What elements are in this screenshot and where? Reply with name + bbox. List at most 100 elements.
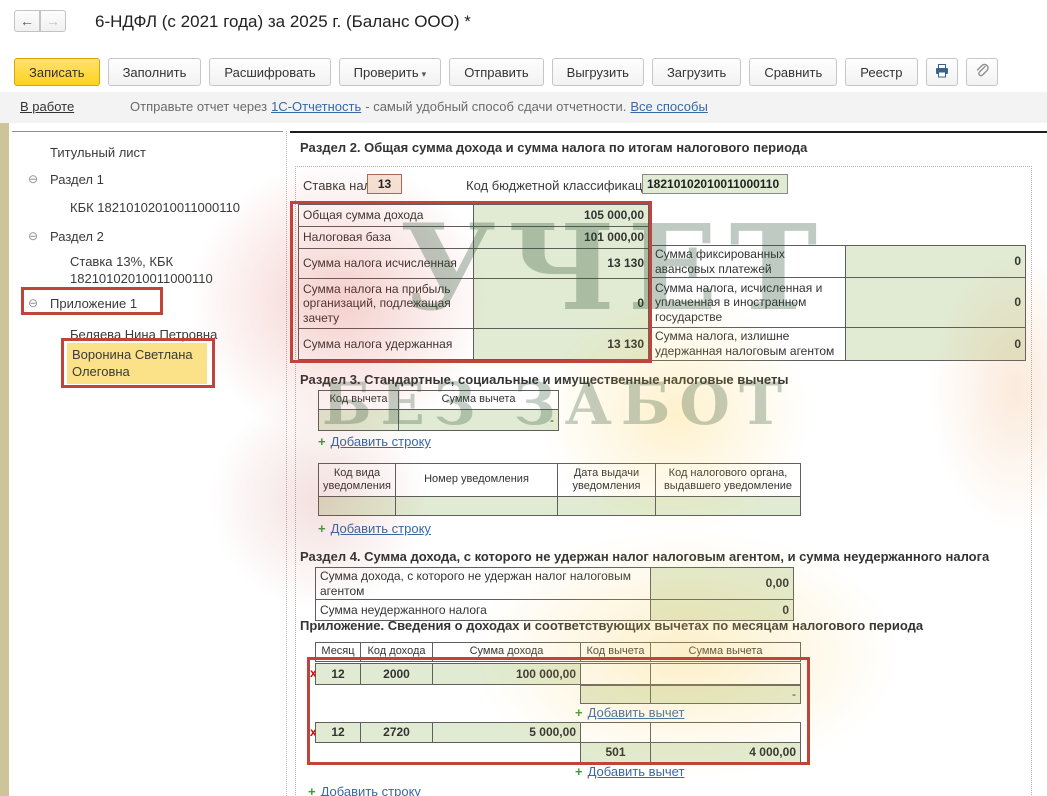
- notifications-table: Код вида уведомления Номер уведомления Д…: [318, 463, 801, 516]
- fixed-advance-value[interactable]: 0: [846, 246, 1026, 278]
- plus-icon: +: [318, 521, 326, 536]
- notice-authority-cell[interactable]: [656, 497, 801, 516]
- sidebar-item-section1[interactable]: Раздел 1: [50, 172, 104, 187]
- save-button[interactable]: Записать: [14, 58, 100, 86]
- add-deduction-2[interactable]: +Добавить вычет: [575, 764, 684, 779]
- section3-title: Раздел 3. Стандартные, социальные и имущ…: [300, 372, 788, 387]
- deduction-sum-empty: [651, 723, 801, 743]
- kbk-field[interactable]: 18210102010011000110: [642, 174, 788, 194]
- banner-message: Отправьте отчет через 1С-Отчетность - самы…: [130, 99, 712, 114]
- send-button[interactable]: Отправить: [449, 58, 543, 86]
- deduction-sum-cell[interactable]: -: [651, 686, 801, 704]
- compare-button[interactable]: Сравнить: [749, 58, 837, 86]
- unwithheld-income-value[interactable]: 0,00: [651, 568, 794, 600]
- sidebar-item-employee-belyaeva[interactable]: Беляева Нина Петровна: [70, 327, 217, 342]
- add-row-link[interactable]: Добавить строку: [331, 521, 431, 536]
- add-deduction-link[interactable]: Добавить вычет: [588, 705, 685, 720]
- month-header: Месяц: [316, 643, 361, 662]
- collapse-icon[interactable]: ⊖: [28, 229, 38, 243]
- sidebar-item-title-page[interactable]: Титульный лист: [50, 145, 146, 160]
- unwithheld-income-label: Сумма дохода, с которого не удержан нало…: [316, 568, 651, 600]
- print-button[interactable]: [926, 58, 958, 86]
- total-income-value[interactable]: 105 000,00: [474, 205, 649, 227]
- tax-calculated-label: Сумма налога исчисленная: [299, 249, 474, 279]
- month-cell[interactable]: 12: [316, 723, 361, 743]
- deduction-code-cell[interactable]: [319, 410, 399, 431]
- collapse-icon[interactable]: ⊖: [28, 296, 38, 310]
- decipher-button[interactable]: Расшифровать: [209, 58, 330, 86]
- add-notification-row[interactable]: + Добавить строку: [318, 521, 431, 536]
- deduction-code-cell[interactable]: 501: [581, 743, 651, 763]
- notice-number-cell[interactable]: [396, 497, 558, 516]
- check-button[interactable]: Проверить▾: [339, 58, 442, 86]
- report-status-link[interactable]: В работе: [20, 99, 74, 114]
- load-button[interactable]: Загрузить: [652, 58, 741, 86]
- deduction-code-header: Код вычета: [581, 643, 651, 662]
- report-form: Раздел 2. Общая сумма дохода и сумма нал…: [290, 131, 1047, 796]
- income-sum-cell[interactable]: 100 000,00: [433, 664, 581, 685]
- deduction-sum-header: Сумма вычета: [651, 643, 801, 662]
- panel-splitter[interactable]: [286, 131, 287, 796]
- section2-title: Раздел 2. Общая сумма дохода и сумма нал…: [300, 140, 807, 155]
- toolbar: Записать Заполнить Расшифровать Проверит…: [14, 58, 1034, 90]
- add-deduction-link[interactable]: Добавить вычет: [588, 764, 685, 779]
- all-ways-link[interactable]: Все способы: [630, 99, 707, 114]
- notice-number-header: Номер уведомления: [396, 464, 558, 497]
- total-income-label: Общая сумма дохода: [299, 205, 474, 227]
- banner-text-after: - самый удобный способ сдачи отчетности.: [365, 99, 626, 114]
- collapse-icon[interactable]: ⊖: [28, 172, 38, 186]
- registry-button[interactable]: Реестр: [845, 58, 917, 86]
- sidebar-item-kbk[interactable]: КБК 18210102010011000110: [70, 200, 240, 215]
- deductions-table: Код вычетаСумма вычета -: [318, 390, 559, 431]
- fill-button[interactable]: Заполнить: [108, 58, 202, 86]
- deduction-code-empty: [581, 723, 651, 743]
- sidebar-item-rate[interactable]: Ставка 13%, КБК 18210102010011000110: [70, 253, 275, 287]
- income-code-cell[interactable]: 2720: [361, 723, 433, 743]
- app-window: ← → 6-НДФЛ (с 2021 года) за 2025 г. (Бал…: [0, 0, 1047, 796]
- plus-icon: +: [308, 784, 316, 796]
- tax-rate-field[interactable]: 13: [367, 174, 402, 194]
- deduction-subrow-1: -: [580, 685, 801, 704]
- income-code-cell[interactable]: 2000: [361, 664, 433, 685]
- sidebar-item-employee-voronina[interactable]: Воронина Светлана Олеговна: [67, 343, 207, 384]
- add-deduction-row[interactable]: + Добавить строку: [318, 434, 431, 449]
- paperclip-icon: [974, 67, 990, 82]
- tax-withheld-value[interactable]: 13 130: [474, 329, 649, 360]
- sidebar-item-section2[interactable]: Раздел 2: [50, 229, 104, 244]
- appendix-header-row: Месяц Код дохода Сумма дохода Код вычета…: [315, 642, 801, 662]
- tax-base-value[interactable]: 101 000,00: [474, 227, 649, 249]
- deduction-sum-cell[interactable]: -: [399, 410, 559, 431]
- notice-type-header: Код вида уведомления: [319, 464, 396, 497]
- deduction-subrow-2: 501 4 000,00: [580, 742, 801, 763]
- attach-button[interactable]: [966, 58, 998, 86]
- add-deduction-1[interactable]: +Добавить вычет: [575, 705, 684, 720]
- appendix-title: Приложение. Сведения о доходах и соответ…: [300, 618, 923, 633]
- add-row-link[interactable]: Добавить строку: [331, 434, 431, 449]
- section4-title: Раздел 4. Сумма дохода, с которого не уд…: [300, 549, 989, 564]
- tax-base-label: Налоговая база: [299, 227, 474, 249]
- deduction-sum-cell[interactable]: 4 000,00: [651, 743, 801, 763]
- profit-tax-offset-value[interactable]: 0: [474, 279, 649, 329]
- forward-button[interactable]: →: [40, 10, 66, 32]
- add-income-row[interactable]: + Добавить строку: [308, 784, 421, 796]
- deduction-code-header: Код вычета: [319, 391, 399, 410]
- check-button-label: Проверить: [354, 65, 419, 80]
- back-arrow-icon: ←: [20, 13, 34, 29]
- income-sum-cell[interactable]: 5 000,00: [433, 723, 581, 743]
- sidebar-item-appendix1[interactable]: Приложение 1: [50, 296, 137, 311]
- export-button[interactable]: Выгрузить: [552, 58, 644, 86]
- excess-withheld-value[interactable]: 0: [846, 328, 1026, 360]
- chevron-down-icon: ▾: [422, 69, 427, 79]
- notice-date-cell[interactable]: [558, 497, 656, 516]
- banner-text-before: Отправьте отчет через: [130, 99, 267, 114]
- month-cell[interactable]: 12: [316, 664, 361, 685]
- foreign-tax-value[interactable]: 0: [846, 278, 1026, 328]
- plus-icon: +: [318, 434, 326, 449]
- notice-type-cell[interactable]: [319, 497, 396, 516]
- tax-calculated-value[interactable]: 13 130: [474, 249, 649, 279]
- add-row-link[interactable]: Добавить строку: [321, 784, 421, 796]
- service-link[interactable]: 1С-Отчетность: [271, 99, 361, 114]
- income-sum-header: Сумма дохода: [433, 643, 581, 662]
- deduction-code-cell[interactable]: [581, 686, 651, 704]
- back-button[interactable]: ←: [14, 10, 40, 32]
